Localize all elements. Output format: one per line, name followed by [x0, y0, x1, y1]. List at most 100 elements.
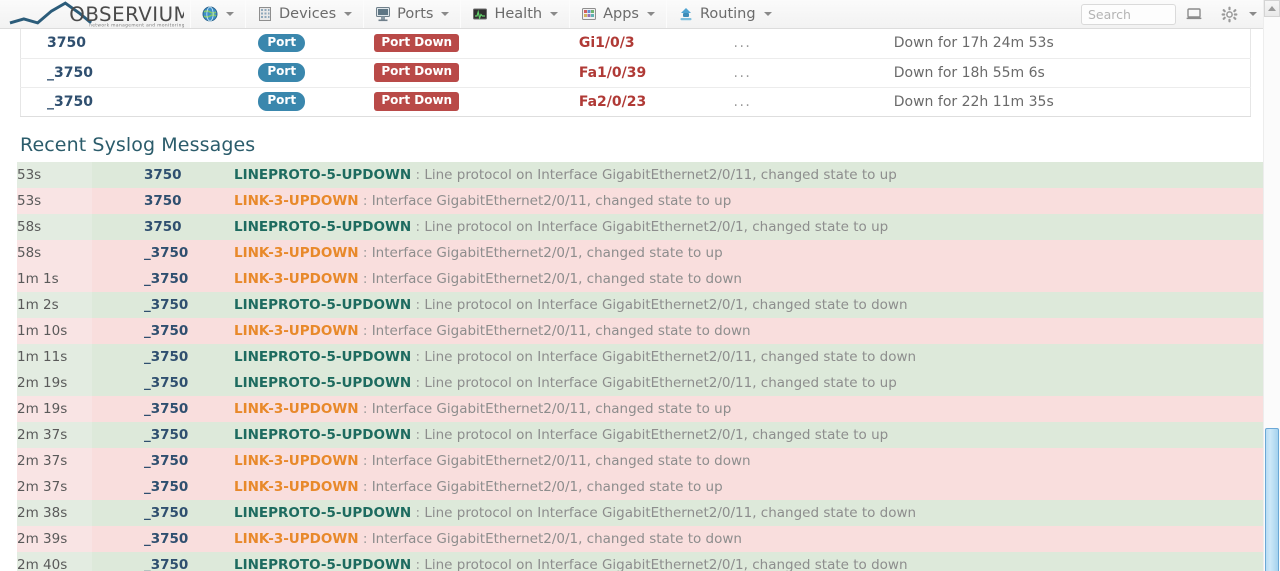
laptop-icon[interactable] — [1176, 6, 1212, 22]
nav-item-health[interactable]: Health — [461, 0, 569, 28]
nav-item-label: Apps — [603, 6, 639, 22]
syslog-row[interactable]: 2m 19s _3750 LINK-3-UPDOWN : Interface Gig… — [17, 395, 1270, 422]
syslog-row[interactable]: 2m 37s _3750 LINK-3-UPDOWN : Interface Gig… — [17, 447, 1270, 474]
syslog-device-link[interactable]: _3750 — [144, 291, 234, 318]
chevron-down-icon[interactable] — [1249, 12, 1257, 16]
routing-icon — [678, 6, 694, 22]
syslog-tag: LINEPROTO-5-UPDOWN — [234, 296, 412, 313]
syslog-spacer — [92, 343, 144, 370]
syslog-device-link[interactable]: _3750 — [144, 447, 234, 474]
nav-item-globe[interactable] — [191, 0, 245, 28]
page-content: 3750 Port Port Down Gi1/0/3 ... Down for… — [0, 29, 1270, 571]
table-row[interactable]: 3750 Port Port Down Gi1/0/3 ... Down for… — [20, 29, 1251, 58]
syslog-row[interactable]: 58s _3750 LINK-3-UPDOWN : Interface Gigabi… — [17, 239, 1270, 266]
chevron-down-icon — [441, 12, 450, 16]
syslog-row[interactable]: 2m 37s _3750 LINK-3-UPDOWN : Interface Gig… — [17, 473, 1270, 500]
syslog-message-cell: LINK-3-UPDOWN : Interface GigabitEtherne… — [234, 317, 1270, 344]
syslog-spacer — [92, 213, 144, 240]
interface-link[interactable]: Fa1/0/39 — [579, 65, 646, 81]
cell-duration: Down for 17h 24m 53s — [886, 29, 1251, 58]
syslog-device-link[interactable]: _3750 — [144, 525, 234, 552]
syslog-device-link[interactable]: _3750 — [144, 343, 234, 370]
syslog-spacer — [92, 317, 144, 344]
nav-item-label: Health — [494, 6, 543, 22]
syslog-message-cell: LINEPROTO-5-UPDOWN : Line protocol on In… — [234, 343, 1270, 370]
duration-text: Down for 22h 11m 35s — [893, 93, 1054, 110]
apps-icon — [581, 6, 597, 22]
syslog-device-link[interactable]: 3750 — [144, 213, 234, 240]
nav-item-ports[interactable]: Ports — [364, 0, 460, 28]
status-badge-type: Port — [258, 34, 306, 53]
gear-icon[interactable] — [1212, 6, 1247, 23]
syslog-separator: : — [358, 400, 372, 417]
syslog-tag: LINEPROTO-5-UPDOWN — [234, 504, 412, 521]
syslog-row[interactable]: 1m 2s _3750 LINEPROTO-5-UPDOWN : Line prot… — [17, 291, 1270, 318]
scrollbar-thumb[interactable] — [1265, 428, 1279, 571]
interface-link[interactable]: Fa2/0/23 — [579, 94, 646, 110]
syslog-separator: : — [411, 426, 425, 443]
syslog-tag: LINK-3-UPDOWN — [234, 192, 359, 209]
observium-logo-icon: OBSERVIUM network management and monitor… — [9, 0, 184, 28]
syslog-tag: LINEPROTO-5-UPDOWN — [234, 348, 412, 365]
syslog-row[interactable]: 58s 3750 LINEPROTO-5-UPDOWN : Line protoco… — [17, 213, 1270, 240]
syslog-row[interactable]: 1m 10s _3750 LINK-3-UPDOWN : Interface Gig… — [17, 317, 1270, 344]
syslog-message-text: Interface GigabitEthernet2/0/1, changed … — [371, 270, 742, 287]
ellipsis-text: ... — [733, 93, 752, 110]
search-input[interactable] — [1081, 3, 1176, 25]
syslog-message-text: Interface GigabitEthernet2/0/1, changed … — [371, 244, 723, 261]
syslog-device-link[interactable]: 3750 — [144, 187, 234, 214]
cell-type: Port — [250, 29, 366, 58]
syslog-device-link[interactable]: _3750 — [144, 551, 234, 571]
syslog-timestamp: 2m 39s — [17, 525, 92, 552]
syslog-spacer — [92, 525, 144, 552]
syslog-device-link[interactable]: _3750 — [144, 473, 234, 500]
syslog-row[interactable]: 2m 40s _3750 LINEPROTO-5-UPDOWN : Line pro… — [17, 551, 1270, 571]
syslog-message-cell: LINEPROTO-5-UPDOWN : Line protocol on In… — [234, 291, 1270, 318]
nav-item-devices[interactable]: Devices — [246, 0, 363, 28]
device-link[interactable]: _3750 — [47, 94, 93, 110]
syslog-device-link[interactable]: _3750 — [144, 317, 234, 344]
syslog-row[interactable]: 2m 37s _3750 LINEPROTO-5-UPDOWN : Line pro… — [17, 421, 1270, 448]
table-row[interactable]: _3750 Port Port Down Fa2/0/23 ... Down f… — [20, 87, 1251, 116]
syslog-message-text: Line protocol on Interface GigabitEthern… — [424, 504, 917, 521]
syslog-row[interactable]: 1m 11s _3750 LINEPROTO-5-UPDOWN : Line pro… — [17, 343, 1270, 370]
chevron-down-icon — [344, 12, 353, 16]
scrollbar-up-arrow-icon[interactable] — [1264, 0, 1280, 17]
syslog-row[interactable]: 53s 3750 LINEPROTO-5-UPDOWN : Line protoco… — [17, 161, 1270, 188]
syslog-separator: : — [358, 322, 372, 339]
cell-dots: ... — [726, 58, 886, 87]
syslog-message-text: Interface GigabitEthernet2/0/11, changed… — [371, 322, 751, 339]
device-link[interactable]: _3750 — [47, 65, 93, 81]
syslog-device-link[interactable]: _3750 — [144, 239, 234, 266]
table-row[interactable]: _3750 Port Port Down Fa1/0/39 ... Down f… — [20, 58, 1251, 87]
syslog-device-link[interactable]: _3750 — [144, 395, 234, 422]
nav-item-label: Ports — [397, 6, 434, 22]
syslog-message-text: Line protocol on Interface GigabitEthern… — [424, 374, 897, 391]
nav-item-label: Devices — [279, 6, 337, 22]
syslog-device-link[interactable]: 3750 — [144, 161, 234, 188]
syslog-tag: LINEPROTO-5-UPDOWN — [234, 426, 412, 443]
nav-item-routing[interactable]: Routing — [667, 0, 783, 28]
nav-item-apps[interactable]: Apps — [570, 0, 666, 28]
syslog-timestamp: 1m 10s — [17, 317, 92, 344]
syslog-row[interactable]: 53s 3750 LINK-3-UPDOWN : Interface Gigabit… — [17, 187, 1270, 214]
browser-viewport: OBSERVIUM network management and monitor… — [0, 0, 1280, 571]
device-link[interactable]: 3750 — [47, 35, 86, 51]
cell-interface: Gi1/0/3 — [571, 29, 726, 58]
cell-device: _3750 — [21, 87, 251, 116]
syslog-device-link[interactable]: _3750 — [144, 265, 234, 292]
page-scrollbar[interactable] — [1263, 0, 1280, 571]
syslog-spacer — [92, 369, 144, 396]
syslog-row[interactable]: 2m 39s _3750 LINK-3-UPDOWN : Interface Gig… — [17, 525, 1270, 552]
brand-logo-observium[interactable]: OBSERVIUM network management and monitor… — [0, 0, 190, 28]
syslog-row[interactable]: 1m 1s _3750 LINK-3-UPDOWN : Interface Giga… — [17, 265, 1270, 292]
syslog-row[interactable]: 2m 19s _3750 LINEPROTO-5-UPDOWN : Line pro… — [17, 369, 1270, 396]
syslog-device-link[interactable]: _3750 — [144, 421, 234, 448]
syslog-device-link[interactable]: _3750 — [144, 499, 234, 526]
cell-state: Port Down — [366, 29, 570, 58]
interface-link[interactable]: Gi1/0/3 — [579, 35, 635, 51]
syslog-row[interactable]: 2m 38s _3750 LINEPROTO-5-UPDOWN : Line pro… — [17, 499, 1270, 526]
syslog-spacer — [92, 421, 144, 448]
syslog-device-link[interactable]: _3750 — [144, 369, 234, 396]
syslog-table: 53s 3750 LINEPROTO-5-UPDOWN : Line protoco… — [17, 161, 1270, 571]
